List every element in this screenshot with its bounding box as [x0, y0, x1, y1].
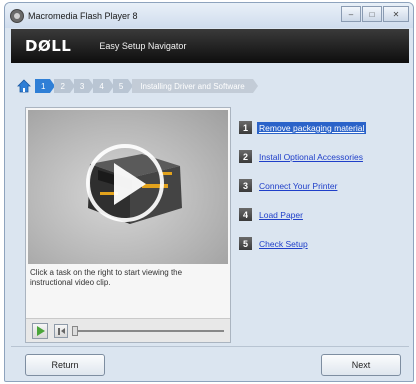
flash-player-window: Macromedia Flash Player 8 – □ ✕ DØLL Eas… [4, 2, 414, 382]
task-number: 3 [239, 179, 252, 192]
step-3[interactable]: 3 [73, 79, 95, 93]
maximize-button[interactable]: □ [362, 6, 382, 22]
play-triangle-icon [114, 163, 146, 205]
video-caption: Click a task on the right to start viewi… [30, 268, 183, 287]
task-link-check-setup[interactable]: Check Setup [257, 238, 310, 250]
step-installing-driver[interactable]: Installing Driver and Software [132, 79, 258, 93]
task-number: 1 [239, 121, 252, 134]
window-controls: – □ ✕ [341, 6, 409, 22]
task-number: 5 [239, 237, 252, 250]
task-item-1[interactable]: 1 Remove packaging material [239, 113, 409, 142]
step-4[interactable]: 4 [93, 79, 115, 93]
task-link-load-paper[interactable]: Load Paper [257, 209, 305, 221]
return-button[interactable]: Return [25, 354, 105, 376]
task-item-3[interactable]: 3 Connect Your Printer [239, 171, 409, 200]
header-title: Easy Setup Navigator [99, 41, 187, 51]
dell-logo: DØLL [25, 37, 72, 55]
task-number: 2 [239, 150, 252, 163]
video-preview[interactable] [28, 110, 228, 264]
app-header: DØLL Easy Setup Navigator [11, 29, 409, 63]
window-title: Macromedia Flash Player 8 [28, 10, 138, 21]
video-controls [26, 318, 230, 342]
rewind-button[interactable] [54, 324, 68, 338]
task-link-install-accessories[interactable]: Install Optional Accessories [257, 151, 365, 163]
task-link-connect-printer[interactable]: Connect Your Printer [257, 180, 339, 192]
video-panel: Click a task on the right to start viewi… [25, 107, 231, 343]
task-number: 4 [239, 208, 252, 221]
task-item-2[interactable]: 2 Install Optional Accessories [239, 142, 409, 171]
step-5[interactable]: 5 [112, 79, 134, 93]
step-2[interactable]: 2 [54, 79, 76, 93]
play-button[interactable] [32, 323, 48, 339]
task-item-5[interactable]: 5 Check Setup [239, 229, 409, 258]
home-icon[interactable] [17, 79, 31, 93]
seek-handle[interactable] [72, 326, 78, 336]
close-button[interactable]: ✕ [383, 6, 409, 22]
seek-bar[interactable] [74, 330, 224, 332]
footer-divider [11, 346, 409, 347]
minimize-button[interactable]: – [341, 6, 361, 22]
flash-player-icon [10, 8, 24, 23]
task-item-4[interactable]: 4 Load Paper [239, 200, 409, 229]
step-navigation: 1 2 3 4 5 Installing Driver and Software [11, 75, 258, 97]
step-1[interactable]: 1 [35, 79, 57, 93]
next-button[interactable]: Next [321, 354, 401, 376]
task-list: 1 Remove packaging material 2 Install Op… [239, 113, 409, 258]
task-link-remove-packaging[interactable]: Remove packaging material [257, 121, 367, 134]
title-bar: Macromedia Flash Player 8 – □ ✕ [5, 3, 413, 28]
